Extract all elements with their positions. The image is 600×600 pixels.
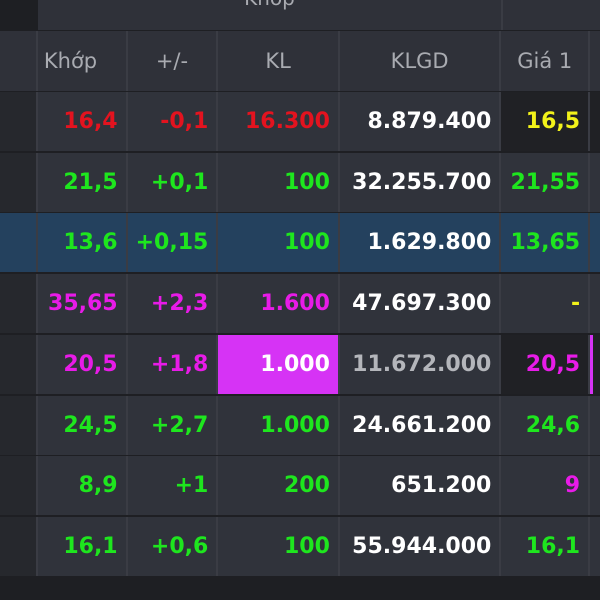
header-kl[interactable]: KL xyxy=(218,31,340,91)
cell-klgd: 24.661.200 xyxy=(340,395,502,455)
cell-klgd: 8.879.400 xyxy=(340,92,502,151)
row-left xyxy=(0,152,38,212)
cell-change: +0,1 xyxy=(128,152,219,212)
header-next xyxy=(590,31,600,91)
table-row[interactable]: 8,9 +1 200 651.200 9 xyxy=(0,456,600,516)
row-left xyxy=(0,92,38,151)
cell-next xyxy=(590,92,600,151)
row-left xyxy=(0,456,38,516)
cell-khop: 24,5 xyxy=(38,395,128,455)
cell-klgd: 11.672.000 xyxy=(340,334,502,394)
cell-change: +1,8 xyxy=(128,334,219,394)
cell-gia1: 9 xyxy=(501,456,591,516)
cell-gia1: - xyxy=(501,274,591,334)
cell-gia1: 16,1 xyxy=(501,516,591,576)
cell-khop: 8,9 xyxy=(38,456,128,516)
cell-kl: 100 xyxy=(218,152,340,212)
row-left xyxy=(0,516,38,576)
header-gia1[interactable]: Giá 1 xyxy=(501,31,591,91)
cell-klgd: 47.697.300 xyxy=(340,274,502,334)
row-left xyxy=(0,213,38,273)
cell-gia1: 21,55 xyxy=(501,152,591,212)
column-headers: Khớp +/- KL KLGD Giá 1 xyxy=(0,31,600,91)
cell-khop: 35,65 xyxy=(38,274,128,334)
cell-kl: 1.600 xyxy=(218,274,340,334)
cell-kl: 1.000 xyxy=(218,395,340,455)
table-row[interactable]: 21,5 +0,1 100 32.255.700 21,55 xyxy=(0,152,600,212)
cell-klgd: 32.255.700 xyxy=(340,152,502,212)
group-header-khop: Khớp xyxy=(38,0,503,30)
cell-change: +1 xyxy=(128,456,219,516)
row-left xyxy=(0,274,38,334)
cell-next xyxy=(590,153,600,212)
cell-gia1: 20,5 xyxy=(501,334,591,394)
table-row[interactable]: 16,1 +0,6 100 55.944.000 16,1 xyxy=(0,516,600,576)
cell-khop: 13,6 xyxy=(38,213,128,273)
cell-khop: 16,1 xyxy=(38,516,128,576)
header-klgd[interactable]: KLGD xyxy=(340,31,502,91)
cell-gia1: 13,65 xyxy=(501,213,591,273)
table-row[interactable]: 35,65 +2,3 1.600 47.697.300- xyxy=(0,274,600,334)
cell-change: +0,15 xyxy=(128,213,219,273)
cell-next xyxy=(590,274,600,333)
cell-klgd: 1.629.800 xyxy=(340,213,502,273)
table-row[interactable]: 13,6 +0,15 100 1.629.800 13,65 xyxy=(0,213,600,273)
cell-kl: 200 xyxy=(218,456,340,516)
cell-klgd: 55.944.000 xyxy=(340,516,502,576)
cell-klgd: 651.200 xyxy=(340,456,502,516)
cell-gia1: 16,5 xyxy=(501,92,591,151)
cell-change: +0,6 xyxy=(128,516,219,576)
cell-change: -0,1 xyxy=(128,92,219,151)
cell-next xyxy=(590,334,600,394)
row-left xyxy=(0,334,38,394)
cell-kl: 1.000 xyxy=(218,334,340,394)
header-khop[interactable]: Khớp xyxy=(38,31,128,91)
table-row[interactable]: 24,5 +2,7 1.000 24.661.200 24,6 xyxy=(0,395,600,455)
group-header-right xyxy=(503,0,600,30)
cell-next xyxy=(590,396,600,455)
table-row[interactable]: 20,5 +1,8 1.000 11.672.000 20,5 xyxy=(0,334,600,394)
cell-gia1: 24,6 xyxy=(501,395,591,455)
cell-kl: 16.300 xyxy=(218,92,340,151)
table-row[interactable]: 16,4 -0,1 16.300 8.879.400 16,5 xyxy=(0,92,600,151)
cell-change: +2,7 xyxy=(128,395,219,455)
cell-kl: 100 xyxy=(218,516,340,576)
cell-next xyxy=(590,517,600,576)
cell-khop: 21,5 xyxy=(38,152,128,212)
cell-kl: 100 xyxy=(218,213,340,273)
cell-next xyxy=(590,213,600,272)
header-left xyxy=(0,31,38,91)
cell-khop: 16,4 xyxy=(38,92,128,151)
header-change[interactable]: +/- xyxy=(128,31,219,91)
cell-khop: 20,5 xyxy=(38,334,128,394)
row-left xyxy=(0,395,38,455)
cell-next xyxy=(590,456,600,515)
cell-change: +2,3 xyxy=(128,274,219,334)
